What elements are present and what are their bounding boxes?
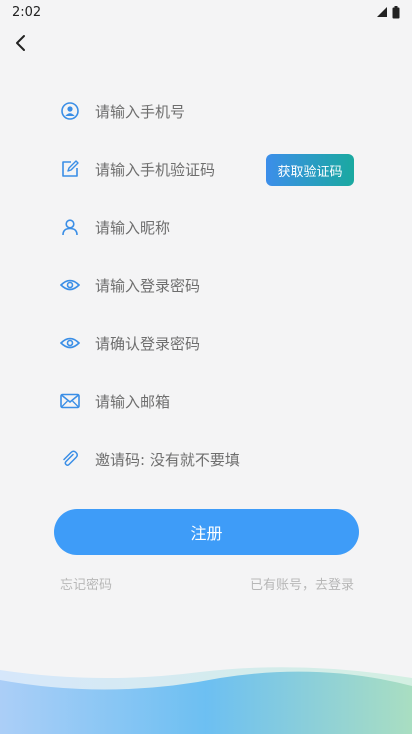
register-form: 获取验证码 (0, 82, 412, 490)
email-input[interactable] (93, 372, 267, 432)
user-circle-icon (60, 101, 80, 121)
back-arrow-icon (16, 35, 25, 51)
eye-icon (60, 333, 80, 353)
person-icon (60, 217, 80, 237)
status-icons (376, 5, 400, 19)
confirm-password-row (0, 314, 412, 374)
get-code-button[interactable]: 获取验证码 (266, 154, 354, 186)
eye-icon (60, 275, 80, 295)
battery-icon (392, 5, 400, 18)
invite-row (0, 430, 412, 490)
edit-icon (60, 159, 80, 179)
paperclip-icon (60, 449, 80, 469)
nickname-row (0, 198, 412, 258)
password-input[interactable] (93, 256, 267, 316)
bottom-wave-decoration (0, 667, 412, 734)
invite-code-input[interactable] (93, 430, 267, 490)
password-row (0, 256, 412, 316)
signal-icon (377, 7, 387, 17)
register-button[interactable]: 注册 (54, 509, 359, 555)
phone-row (0, 82, 412, 142)
forgot-password-link[interactable]: 忘记密码 (60, 574, 112, 593)
status-bar: 2:02 (0, 0, 412, 24)
mail-icon (60, 391, 80, 411)
code-input[interactable] (93, 140, 267, 200)
go-login-link[interactable]: 已有账号，去登录 (250, 574, 354, 593)
phone-input[interactable] (93, 82, 267, 142)
status-time: 2:02 (12, 4, 42, 20)
nickname-input[interactable] (93, 198, 267, 258)
confirm-password-input[interactable] (93, 314, 267, 374)
email-row (0, 372, 412, 432)
back-button[interactable] (8, 30, 34, 56)
header (0, 24, 412, 62)
